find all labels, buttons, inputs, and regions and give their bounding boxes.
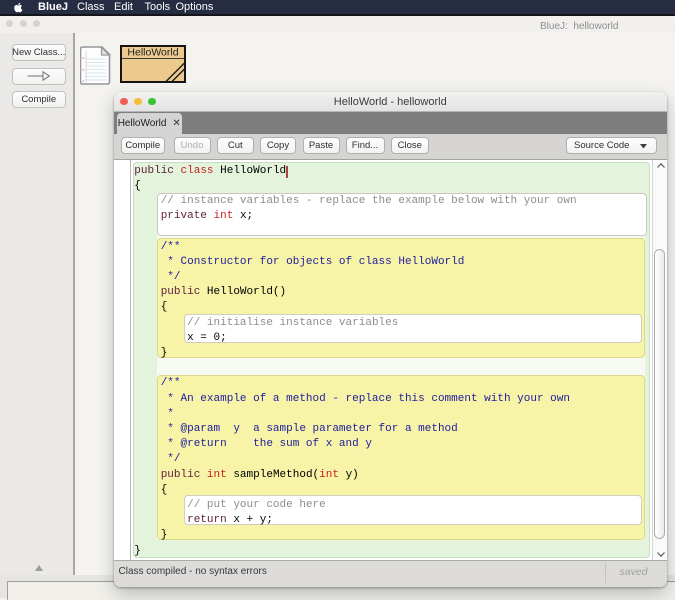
- svg-text:HelloWorld: HelloWorld: [127, 46, 178, 58]
